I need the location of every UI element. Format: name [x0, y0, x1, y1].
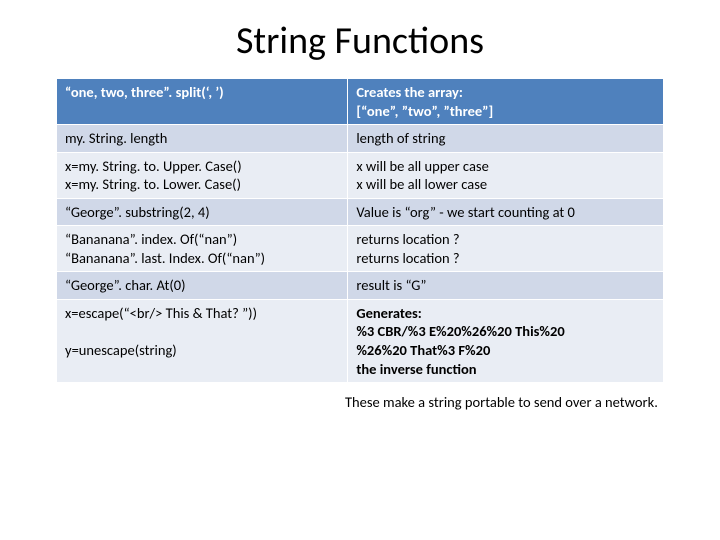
footnote: These make a string portable to send ove…	[345, 393, 658, 412]
cell-desc: result is “G”	[348, 272, 664, 300]
cell-code: “Bananana”. index. Of(“nan”)“Bananana”. …	[57, 226, 348, 272]
cell-desc: x will be all upper casex will be all lo…	[348, 152, 664, 198]
footnote-wrap: These make a string portable to send ove…	[56, 393, 664, 412]
cell-code: “George”. char. At(0)	[57, 272, 348, 300]
cell-code: “one, two, three”. split(‘, ’)	[57, 79, 348, 125]
cell-desc: Value is “org” - we start counting at 0	[348, 198, 664, 226]
table-row: “Bananana”. index. Of(“nan”)“Bananana”. …	[57, 226, 664, 272]
cell-code: my. String. length	[57, 125, 348, 153]
cell-desc: Generates:%3 CBR/%3 E%20%26%20 This%20%2…	[348, 299, 664, 382]
cell-desc: returns location ?returns location ?	[348, 226, 664, 272]
table-row: x=escape(“<br/> This & That? ”))y=unesca…	[57, 299, 664, 382]
cell-desc: length of string	[348, 125, 664, 153]
slide: String Functions “one, two, three”. spli…	[0, 0, 720, 540]
cell-desc: Creates the array:[“one”, ”two”, ”three”…	[348, 79, 664, 125]
table-row: my. String. length length of string	[57, 125, 664, 153]
cell-code: “George”. substring(2, 4)	[57, 198, 348, 226]
cell-code: x=my. String. to. Upper. Case()x=my. Str…	[57, 152, 348, 198]
table-row: x=my. String. to. Upper. Case()x=my. Str…	[57, 152, 664, 198]
table-row: “George”. char. At(0) result is “G”	[57, 272, 664, 300]
table-row: “George”. substring(2, 4) Value is “org”…	[57, 198, 664, 226]
string-functions-table: “one, two, three”. split(‘, ’) Creates t…	[56, 78, 664, 383]
table-row: “one, two, three”. split(‘, ’) Creates t…	[57, 79, 664, 125]
page-title: String Functions	[0, 18, 720, 64]
cell-code: x=escape(“<br/> This & That? ”))y=unesca…	[57, 299, 348, 382]
